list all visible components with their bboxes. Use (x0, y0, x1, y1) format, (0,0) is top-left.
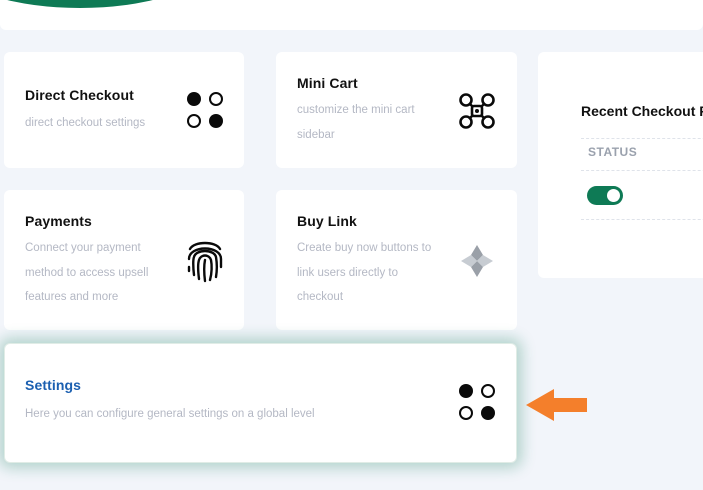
recent-checkout-card: Recent Checkout F STATUS (538, 52, 703, 278)
card-title: Settings (25, 377, 82, 393)
mini-cart-card[interactable]: Mini Cart customize the mini cart sideba… (276, 52, 517, 168)
banner-decoration (0, 0, 200, 8)
arrow-left-icon (526, 387, 588, 423)
status-column-header: STATUS (588, 145, 638, 159)
card-title: Buy Link (297, 213, 357, 229)
fingerprint-icon (186, 237, 224, 283)
recent-checkout-heading: Recent Checkout F (581, 103, 703, 119)
direct-checkout-card[interactable]: Direct Checkout direct checkout settings (4, 52, 244, 168)
card-description: customize the mini cart sidebar (297, 104, 415, 141)
payments-card[interactable]: Payments Connect your payment method to … (4, 190, 244, 330)
star-shape-icon (459, 243, 495, 279)
top-banner (0, 0, 703, 30)
card-title: Payments (25, 213, 92, 229)
divider (581, 170, 703, 171)
card-title: Mini Cart (297, 75, 358, 91)
card-description: Connect your payment method to access up… (25, 242, 149, 303)
four-dots-icon (187, 92, 223, 128)
card-description: direct checkout settings (25, 117, 146, 129)
status-toggle[interactable] (587, 186, 623, 205)
settings-card[interactable]: Settings Here you can configure general … (4, 343, 517, 463)
toggle-knob (607, 189, 620, 202)
card-title: Direct Checkout (25, 87, 134, 103)
buy-link-card[interactable]: Buy Link Create buy now buttons to link … (276, 190, 517, 330)
card-description: Here you can configure general settings … (25, 408, 315, 420)
four-dots-icon (459, 384, 495, 420)
divider (581, 138, 703, 139)
drone-icon (458, 92, 496, 130)
card-description: Create buy now buttons to link users dir… (297, 242, 432, 303)
divider (581, 219, 703, 220)
